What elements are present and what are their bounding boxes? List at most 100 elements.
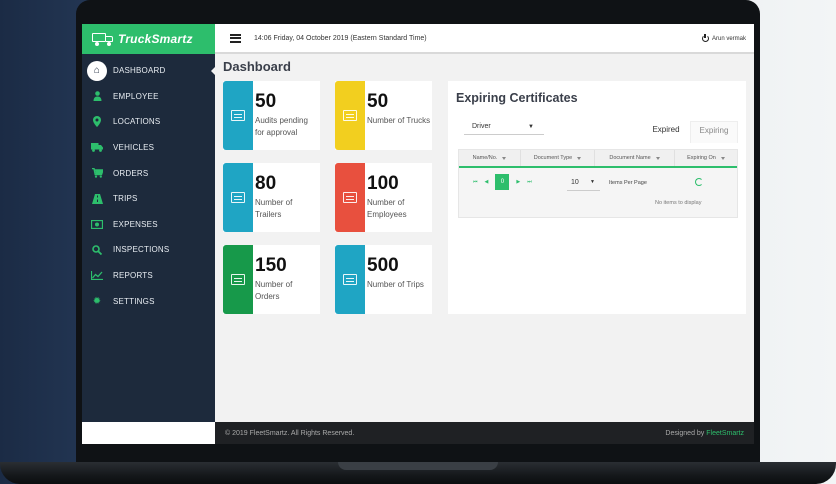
card-value: 50 bbox=[255, 91, 277, 112]
panel-title: Expiring Certificates bbox=[456, 91, 578, 105]
sidebar-footer bbox=[82, 422, 215, 444]
brand-logo[interactable]: TruckSmartz bbox=[82, 24, 215, 54]
card-stripe bbox=[223, 81, 253, 150]
person-icon bbox=[90, 89, 104, 103]
list-icon bbox=[343, 192, 357, 203]
map-pin-icon bbox=[90, 115, 104, 129]
per-page-select[interactable]: 10 ▼ bbox=[567, 177, 600, 191]
stat-card-trips[interactable]: 500 Number of Trips bbox=[335, 245, 432, 314]
empty-message: No items to display bbox=[655, 200, 702, 206]
road-icon bbox=[90, 192, 104, 206]
truck-logo-icon bbox=[92, 32, 114, 46]
laptop-notch bbox=[338, 462, 498, 470]
list-icon bbox=[343, 110, 357, 121]
role-select[interactable]: Driver ▼ bbox=[464, 120, 544, 135]
column-header[interactable]: Name/No. bbox=[459, 150, 521, 166]
sidebar-item-trips[interactable]: TRIPS bbox=[82, 186, 215, 212]
card-stripe bbox=[335, 245, 365, 314]
card-label: Number of Employees bbox=[367, 198, 407, 219]
column-label: Document Type bbox=[533, 155, 573, 161]
caret-down-icon: ▼ bbox=[590, 179, 595, 185]
app-screen: TruckSmartz ⌂ DASHBOARD EMPLOYEE LOCATIO… bbox=[82, 24, 754, 444]
role-select-value: Driver bbox=[472, 123, 491, 130]
per-page-value: 10 bbox=[571, 179, 579, 186]
list-icon bbox=[231, 274, 245, 285]
gear-icon: ✹ bbox=[92, 295, 102, 307]
sidebar: TruckSmartz ⌂ DASHBOARD EMPLOYEE LOCATIO… bbox=[82, 24, 215, 422]
current-page[interactable]: 0 bbox=[495, 174, 510, 190]
sidebar-item-label: DASHBOARD bbox=[113, 66, 166, 76]
sidebar-item-reports[interactable]: REPORTS bbox=[82, 263, 215, 289]
column-label: Name/No. bbox=[472, 155, 498, 161]
refresh-icon[interactable] bbox=[695, 178, 703, 186]
card-stripe bbox=[223, 245, 253, 314]
card-stripe bbox=[223, 163, 253, 232]
user-menu[interactable]: Arun vermak bbox=[701, 33, 746, 42]
top-bar: 14:06 Friday, 04 October 2019 (Eastern S… bbox=[215, 24, 754, 54]
column-header[interactable]: Document Type bbox=[521, 150, 595, 166]
hamburger-menu-icon[interactable] bbox=[230, 33, 241, 43]
sidebar-item-orders[interactable]: ORDERS bbox=[82, 160, 215, 186]
designed-by: Designed by FleetSmartz bbox=[665, 430, 744, 437]
card-label: Number of Trips bbox=[367, 280, 424, 289]
card-stripe bbox=[335, 81, 365, 150]
pager: ⏮ ◀ 0 ▶ ⏭ bbox=[473, 174, 532, 190]
column-header[interactable]: Expiring On bbox=[675, 150, 737, 166]
sidebar-item-expenses[interactable]: EXPENSES bbox=[82, 212, 215, 238]
stat-card-orders[interactable]: 150 Number of Orders bbox=[223, 245, 320, 314]
card-value: 150 bbox=[255, 255, 287, 276]
caret-down-icon: ▼ bbox=[528, 124, 534, 130]
current-datetime: 14:06 Friday, 04 October 2019 (Eastern S… bbox=[254, 34, 427, 42]
card-label: Number of Trucks bbox=[367, 116, 431, 125]
sidebar-item-employee[interactable]: EMPLOYEE bbox=[82, 84, 215, 110]
filter-icon[interactable] bbox=[502, 156, 507, 160]
stat-card-trucks[interactable]: 50 Number of Trucks bbox=[335, 81, 432, 150]
prev-page-icon[interactable]: ◀ bbox=[485, 179, 489, 185]
copyright-text: © 2019 FleetSmartz. All Rights Reserved. bbox=[225, 429, 355, 437]
sidebar-item-label: EXPENSES bbox=[113, 219, 158, 229]
column-label: Document Name bbox=[609, 155, 651, 161]
column-label: Expiring On bbox=[687, 155, 716, 161]
search-icon bbox=[90, 243, 104, 257]
money-icon bbox=[90, 217, 104, 231]
list-icon bbox=[343, 274, 357, 285]
sidebar-item-inspections[interactable]: INSPECTIONS bbox=[82, 237, 215, 263]
filter-icon[interactable] bbox=[577, 156, 582, 160]
last-page-icon[interactable]: ⏭ bbox=[527, 179, 532, 185]
sidebar-item-locations[interactable]: LOCATIONS bbox=[82, 109, 215, 135]
per-page-label: Items Per Page bbox=[609, 180, 647, 186]
card-label: Number of Trailers bbox=[255, 198, 293, 219]
power-icon[interactable] bbox=[701, 33, 709, 42]
active-indicator bbox=[211, 66, 216, 76]
sidebar-item-settings[interactable]: ✹ SETTINGS bbox=[82, 288, 215, 314]
user-name: Arun vermak bbox=[711, 35, 746, 42]
column-header[interactable]: Document Name bbox=[595, 150, 675, 166]
card-value: 500 bbox=[367, 255, 399, 276]
sidebar-item-label: ORDERS bbox=[113, 168, 149, 178]
cart-icon bbox=[90, 166, 104, 180]
chart-icon bbox=[90, 269, 104, 283]
sidebar-item-label: TRIPS bbox=[113, 194, 138, 204]
brand-name: TruckSmartz bbox=[118, 32, 193, 46]
stat-card-audits[interactable]: 50 Audits pending for approval bbox=[223, 81, 320, 150]
card-value: 80 bbox=[255, 173, 277, 194]
first-page-icon[interactable]: ⏮ bbox=[473, 179, 478, 185]
tab-expired[interactable]: Expired bbox=[644, 121, 688, 143]
grid-header: Name/No. Document Type Document Name Exp… bbox=[459, 150, 737, 168]
filter-icon[interactable] bbox=[655, 156, 660, 160]
list-icon bbox=[231, 110, 245, 121]
truck-icon bbox=[90, 141, 104, 155]
sidebar-item-vehicles[interactable]: VEHICLES bbox=[82, 135, 215, 161]
stat-card-trailers[interactable]: 80 Number of Trailers bbox=[223, 163, 320, 232]
card-value: 50 bbox=[367, 91, 389, 112]
stat-card-employees[interactable]: 100 Number of Employees bbox=[335, 163, 432, 232]
list-icon bbox=[231, 192, 245, 203]
filter-icon[interactable] bbox=[720, 156, 725, 160]
sidebar-item-dashboard[interactable]: ⌂ DASHBOARD bbox=[82, 58, 215, 84]
tab-expiring[interactable]: Expiring bbox=[690, 121, 738, 143]
sidebar-item-label: EMPLOYEE bbox=[113, 91, 159, 101]
designer-link[interactable]: FleetSmartz bbox=[706, 430, 744, 437]
home-icon: ⌂ bbox=[87, 60, 107, 81]
sidebar-item-label: REPORTS bbox=[113, 271, 153, 281]
next-page-icon[interactable]: ▶ bbox=[516, 179, 520, 185]
